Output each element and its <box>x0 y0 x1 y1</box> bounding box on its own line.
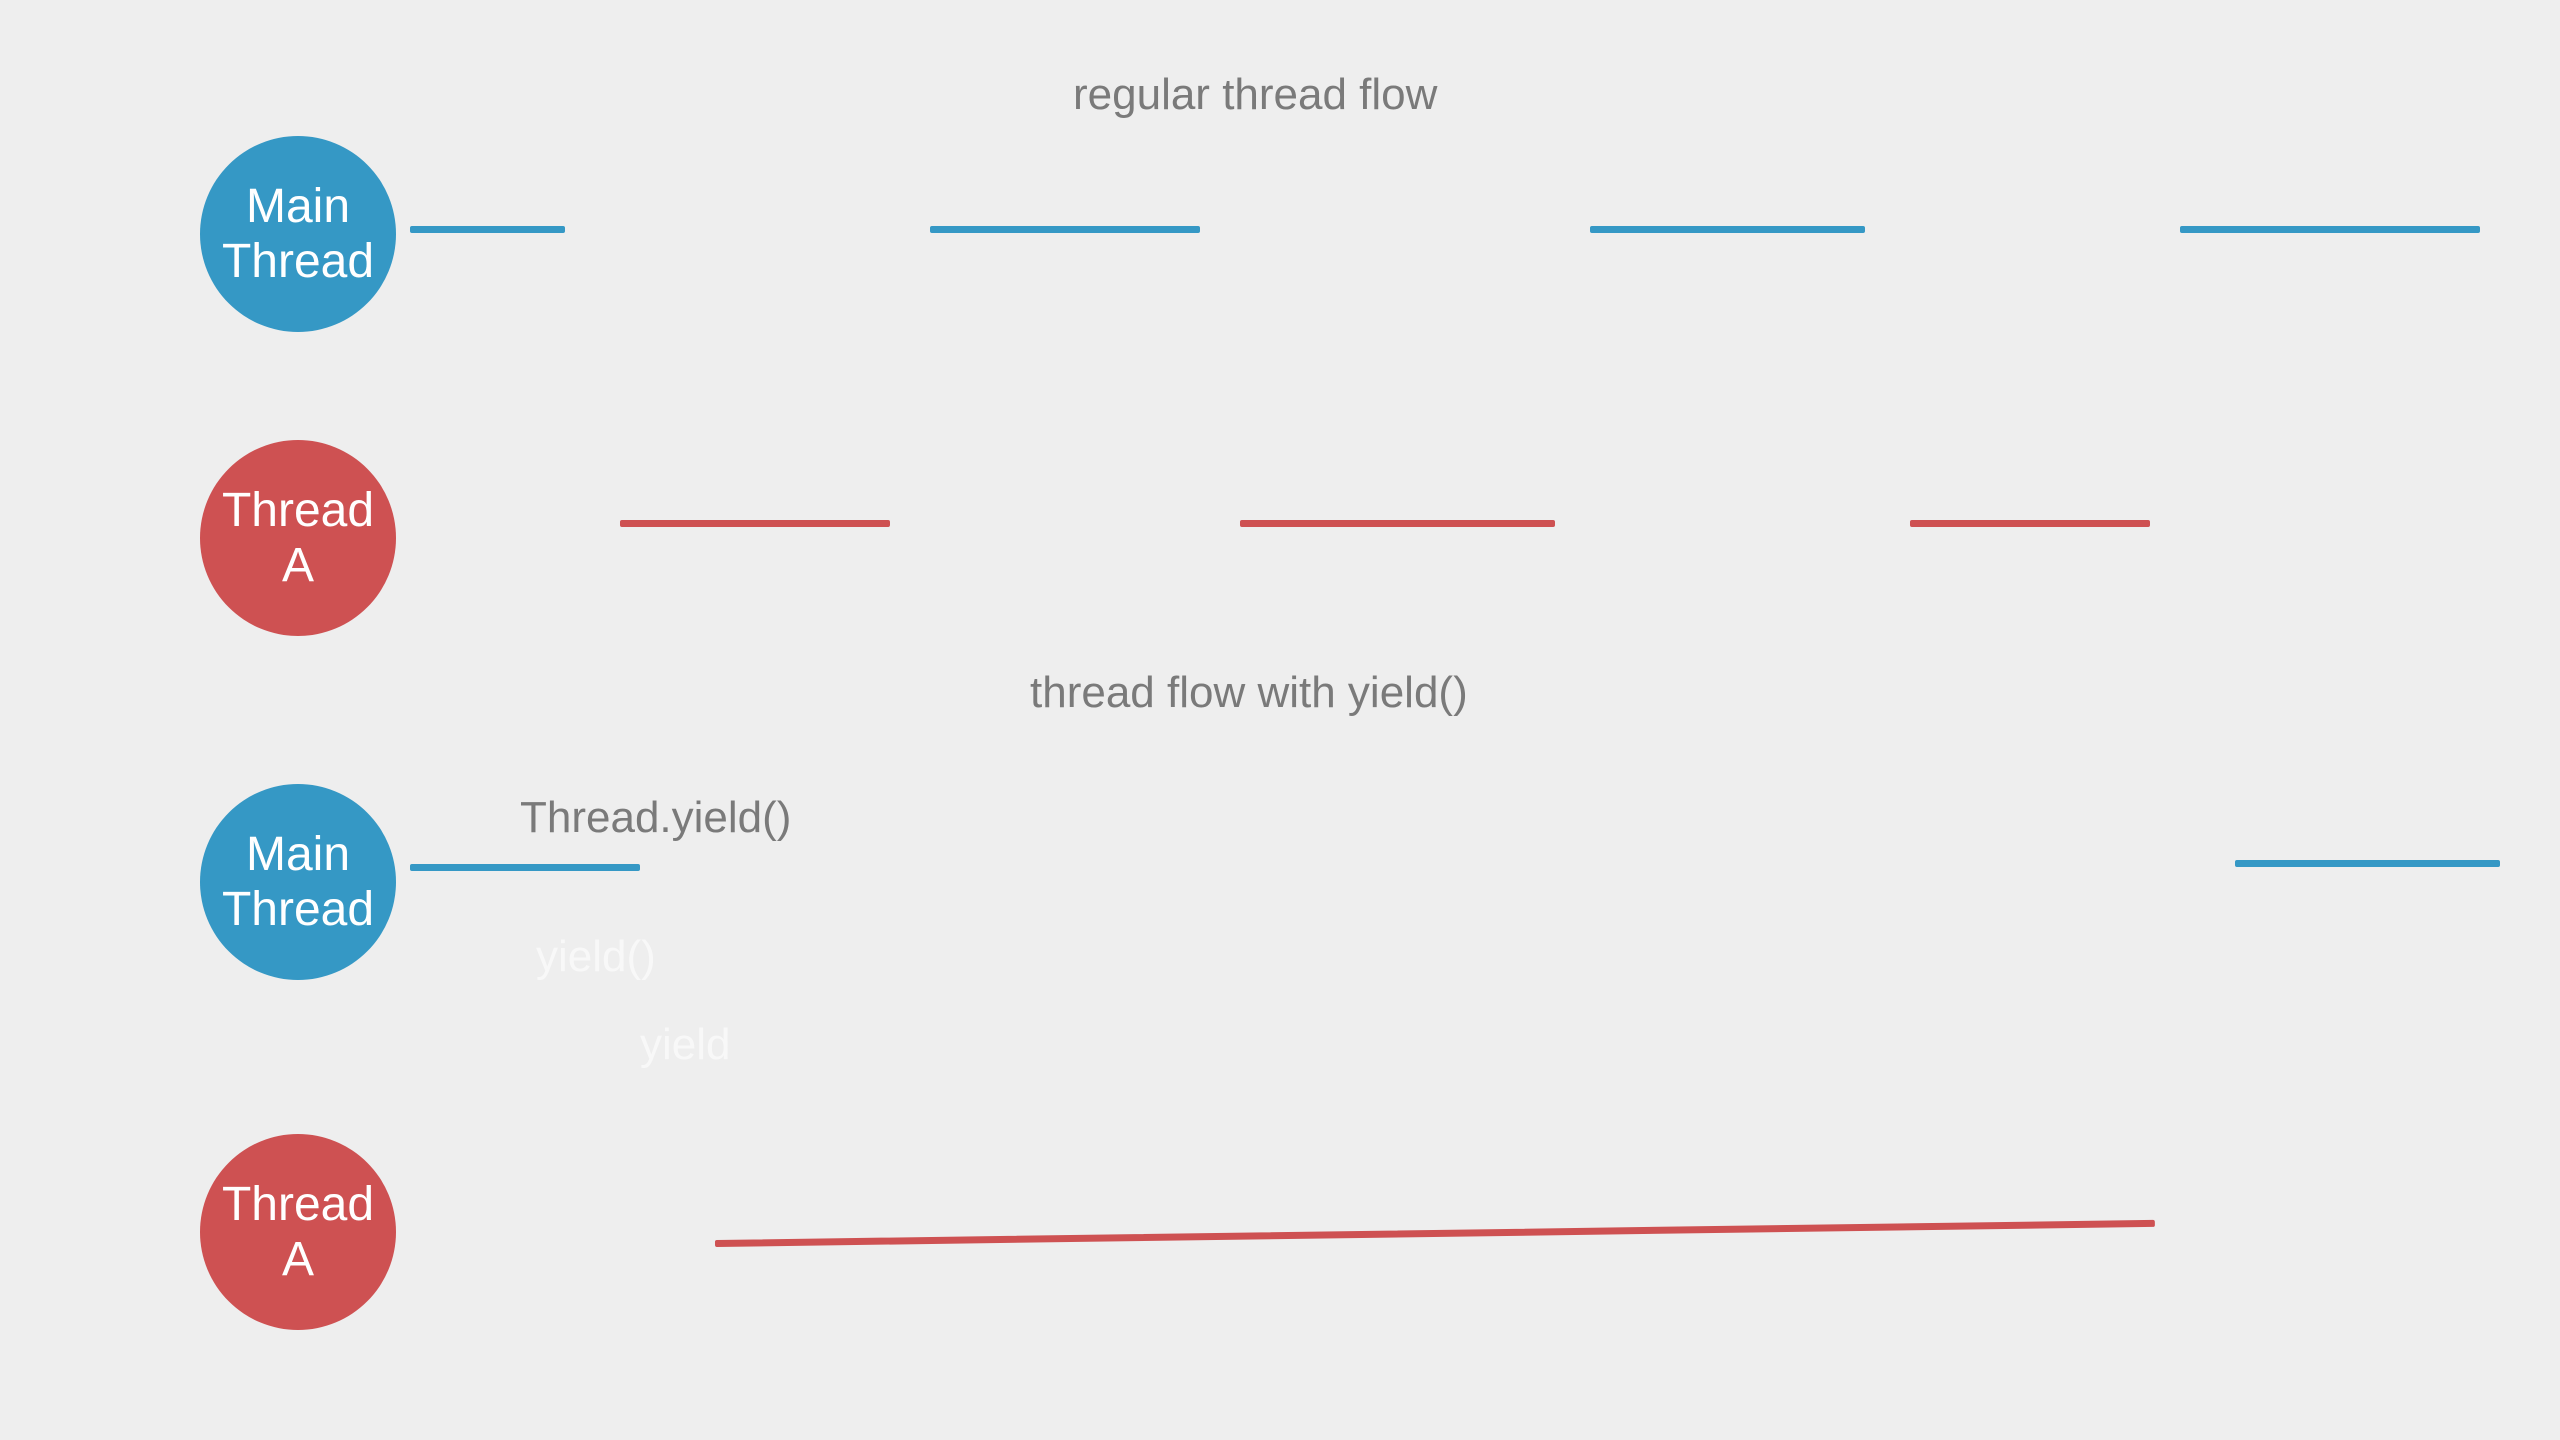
regular-main-seg-1 <box>410 226 565 233</box>
circle-label-thread-a-2: A <box>282 538 314 593</box>
yield-call-label: Thread.yield() <box>520 793 791 843</box>
circle-label-thread-a-1: Thread <box>222 483 374 538</box>
yield-thread-a-circle: Thread A <box>200 1134 396 1330</box>
ghost-artifact-2: yield <box>640 1020 731 1070</box>
regular-main-seg-3 <box>1590 226 1865 233</box>
yield-main-seg-2 <box>2235 860 2500 867</box>
regular-main-seg-2 <box>930 226 1200 233</box>
regular-threada-seg-3 <box>1910 520 2150 527</box>
yield-main-thread-circle: Main Thread <box>200 784 396 980</box>
yield-main-seg-1 <box>410 864 640 871</box>
regular-main-seg-4 <box>2180 226 2480 233</box>
circle-label-thread-a-4: A <box>282 1232 314 1287</box>
circle-label-thread-a-3: Thread <box>222 1177 374 1232</box>
regular-thread-a-circle: Thread A <box>200 440 396 636</box>
title-regular: regular thread flow <box>1073 70 1437 120</box>
circle-label-main-2: Main <box>246 827 350 882</box>
yield-threada-seg <box>715 1220 2155 1247</box>
circle-label-thread-2: Thread <box>222 882 374 937</box>
ghost-artifact-1: yield() <box>536 932 656 982</box>
circle-label-main: Main <box>246 179 350 234</box>
regular-main-thread-circle: Main Thread <box>200 136 396 332</box>
title-yield: thread flow with yield() <box>1030 668 1468 718</box>
regular-threada-seg-2 <box>1240 520 1555 527</box>
circle-label-thread: Thread <box>222 234 374 289</box>
regular-threada-seg-1 <box>620 520 890 527</box>
